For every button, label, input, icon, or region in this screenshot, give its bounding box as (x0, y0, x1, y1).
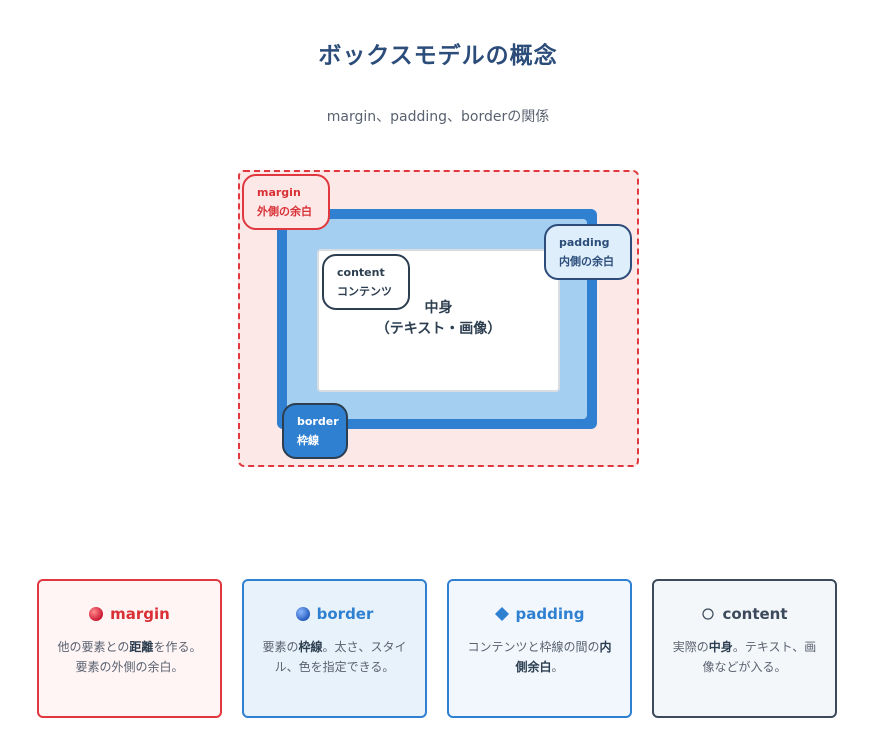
card-margin: margin 他の要素との距離を作る。要素の外側の余白。 (37, 579, 222, 718)
blue-diamond-icon (494, 607, 509, 621)
card-title: margin (110, 605, 170, 623)
card-content: content 実際の中身。テキスト、画像などが入る。 (652, 579, 837, 718)
card-description: 実際の中身。テキスト、画像などが入る。 (672, 640, 817, 674)
border-tag: border 枠線 (282, 403, 348, 459)
card-title: border (316, 605, 374, 623)
content-tag: content コンテンツ (322, 254, 410, 310)
card-title: content (722, 605, 788, 623)
blue-circle-icon (295, 607, 310, 621)
card-description: コンテンツと枠線の間の内側余白。 (467, 640, 612, 674)
card-description: 他の要素との距離を作る。要素の外側の余白。 (57, 640, 202, 674)
padding-tag: padding 内側の余白 (544, 224, 632, 280)
card-border: border 要素の枠線。太さ、スタイル、色を指定できる。 (242, 579, 427, 718)
card-title: padding (515, 605, 585, 623)
margin-tag: margin 外側の余白 (242, 174, 330, 230)
white-circle-icon (702, 608, 715, 620)
red-circle-icon (89, 607, 104, 621)
card-padding: padding コンテンツと枠線の間の内側余白。 (447, 579, 632, 718)
page-subtitle: margin、padding、borderの関係 (326, 109, 550, 125)
card-description: 要素の枠線。太さ、スタイル、色を指定できる。 (262, 640, 407, 674)
page-title: ボックスモデルの概念 (318, 43, 558, 69)
